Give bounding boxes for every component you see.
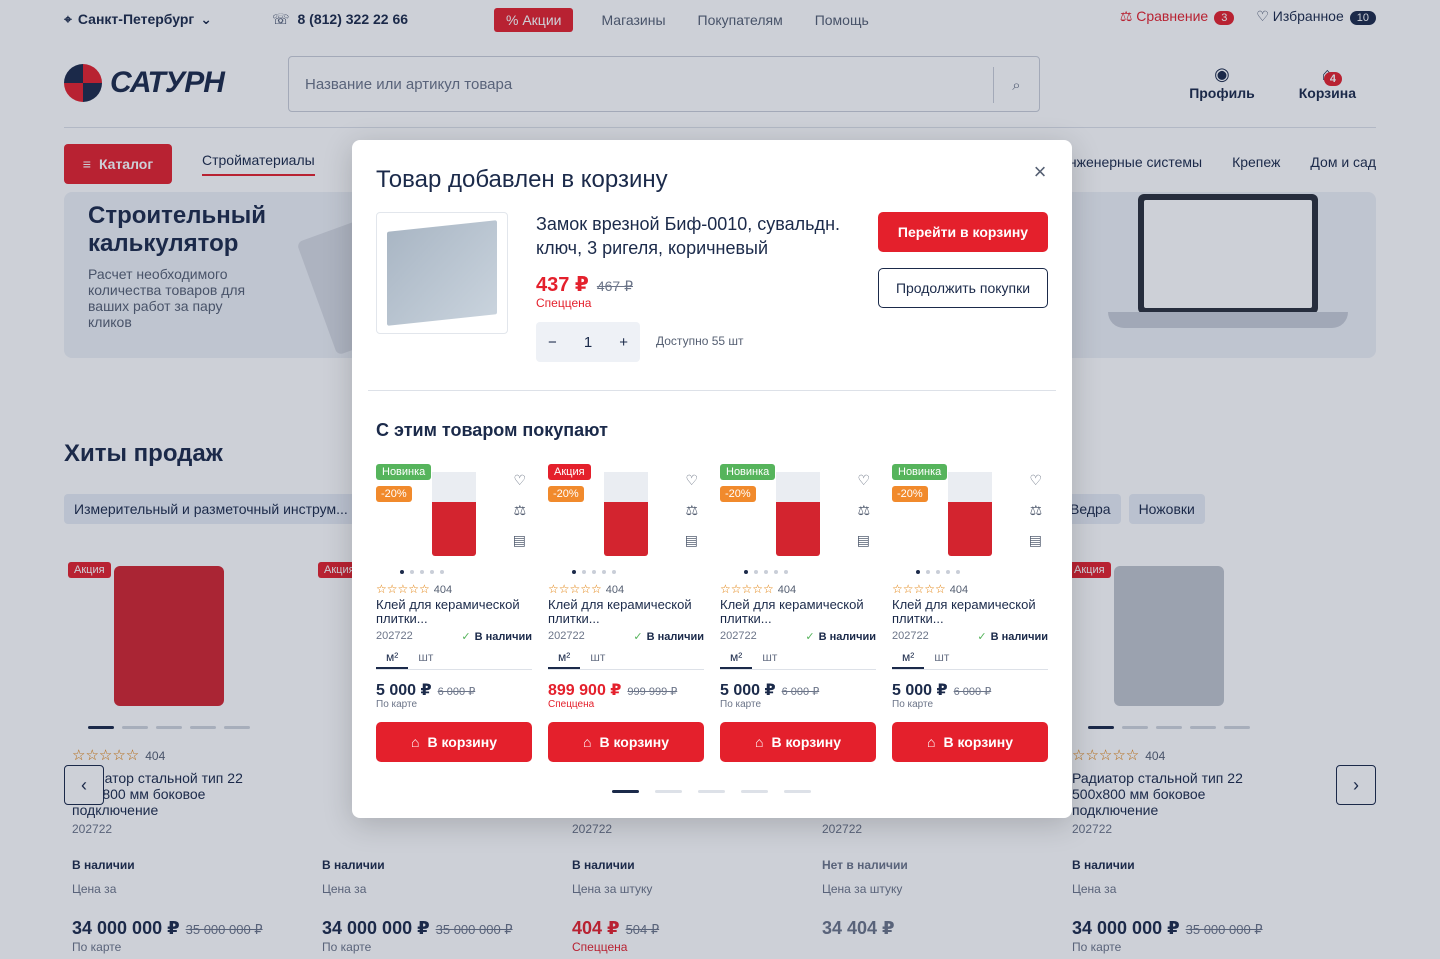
product-title[interactable]: Клей для керамической плитки... xyxy=(376,598,526,626)
price-note: По карте xyxy=(720,699,762,710)
unit-tab-pcs[interactable]: шт xyxy=(408,648,443,669)
product-image xyxy=(432,472,476,556)
add-to-cart-button[interactable]: ⌂ В корзину xyxy=(376,722,532,762)
scales-icon[interactable]: ⚖ xyxy=(1029,502,1042,519)
basket-icon: ⌂ xyxy=(582,734,592,750)
modal-product-price: 437 ₽467 ₽ xyxy=(536,274,633,296)
unit-tabs: м² шт xyxy=(892,648,1048,670)
discount-badge: -20% xyxy=(720,486,756,502)
modal-title: Товар добавлен в корзину xyxy=(376,166,668,193)
heart-icon[interactable]: ♡ xyxy=(513,472,526,489)
unit-tab-pcs[interactable]: шт xyxy=(752,648,787,669)
image-dots xyxy=(400,570,444,574)
related-product-card[interactable]: Новинка -20% ♡ ⚖ ▤ ☆☆☆☆☆ 404 Клей для кер… xyxy=(892,464,1048,764)
related-product-card[interactable]: Новинка -20% ♡ ⚖ ▤ ☆☆☆☆☆ 404 Клей для кер… xyxy=(376,464,532,764)
stock-status: В наличии xyxy=(977,630,1048,643)
document-icon[interactable]: ▤ xyxy=(1029,532,1042,549)
go-to-cart-button[interactable]: Перейти в корзину xyxy=(878,212,1048,252)
heart-icon[interactable]: ♡ xyxy=(1029,472,1042,489)
continue-shopping-button[interactable]: Продолжить покупки xyxy=(878,268,1048,308)
page: ⌖ Санкт-Петербург ⌄ ☏ 8 (812) 322 22 66 … xyxy=(0,0,1440,959)
related-products: Новинка -20% ♡ ⚖ ▤ ☆☆☆☆☆ 404 Клей для кер… xyxy=(376,464,1048,764)
added-to-cart-modal: Товар добавлен в корзину × Замок врезной… xyxy=(352,140,1072,818)
product-image xyxy=(604,472,648,556)
product-image xyxy=(948,472,992,556)
product-sku: 202722 xyxy=(376,630,413,642)
unit-tab-pcs[interactable]: шт xyxy=(924,648,959,669)
unit-tabs: м² шт xyxy=(548,648,704,670)
stock-status: В наличии xyxy=(461,630,532,643)
unit-tab-m2[interactable]: м² xyxy=(548,648,581,669)
basket-icon: ⌂ xyxy=(926,734,936,750)
scales-icon[interactable]: ⚖ xyxy=(685,502,698,519)
unit-tab-pcs[interactable]: шт xyxy=(580,648,615,669)
rating-stars: ☆☆☆☆☆ 404 xyxy=(376,582,453,596)
product-title[interactable]: Клей для керамической плитки... xyxy=(720,598,870,626)
add-to-cart-button[interactable]: ⌂ В корзину xyxy=(548,722,704,762)
image-dots xyxy=(744,570,788,574)
product-price: 5 000 ₽6 000 ₽ xyxy=(720,682,820,699)
basket-icon: ⌂ xyxy=(754,734,764,750)
stock-status: В наличии xyxy=(633,630,704,643)
document-icon[interactable]: ▤ xyxy=(513,532,526,549)
product-price: 5 000 ₽6 000 ₽ xyxy=(376,682,476,699)
related-pagination[interactable] xyxy=(612,790,811,793)
basket-icon: ⌂ xyxy=(410,734,420,750)
product-price: 5 000 ₽6 000 ₽ xyxy=(892,682,992,699)
heart-icon[interactable]: ♡ xyxy=(685,472,698,489)
product-image xyxy=(776,472,820,556)
new-label: Новинка xyxy=(376,464,432,480)
discount-badge: -20% xyxy=(548,486,584,502)
product-title[interactable]: Клей для керамической плитки... xyxy=(892,598,1042,626)
promo-label: Акция xyxy=(548,464,591,480)
plus-button[interactable]: + xyxy=(619,334,628,351)
availability-text: Доступно 55 шт xyxy=(656,334,744,348)
add-to-cart-button[interactable]: ⌂ В корзину xyxy=(892,722,1048,762)
new-label: Новинка xyxy=(892,464,948,480)
price-note: Спеццена xyxy=(548,699,595,710)
discount-badge: -20% xyxy=(376,486,412,502)
rating-stars: ☆☆☆☆☆ 404 xyxy=(720,582,797,596)
unit-tab-m2[interactable]: м² xyxy=(892,648,925,669)
unit-tab-m2[interactable]: м² xyxy=(720,648,753,669)
rating-stars: ☆☆☆☆☆ 404 xyxy=(892,582,969,596)
related-product-card[interactable]: Новинка -20% ♡ ⚖ ▤ ☆☆☆☆☆ 404 Клей для кер… xyxy=(720,464,876,764)
scales-icon[interactable]: ⚖ xyxy=(857,502,870,519)
document-icon[interactable]: ▤ xyxy=(857,532,870,549)
related-title: С этим товаром покупают xyxy=(376,420,608,440)
close-icon[interactable]: × xyxy=(1030,161,1050,183)
unit-tab-m2[interactable]: м² xyxy=(376,648,409,669)
scales-icon[interactable]: ⚖ xyxy=(513,502,526,519)
modal-divider xyxy=(368,390,1056,391)
modal-product-name[interactable]: Замок врезной Биф-0010, сувальдн. ключ, … xyxy=(536,212,856,260)
image-dots xyxy=(916,570,960,574)
product-price: 899 900 ₽999 999 ₽ xyxy=(548,682,678,699)
discount-badge: -20% xyxy=(892,486,928,502)
price-note: По карте xyxy=(892,699,934,710)
heart-icon[interactable]: ♡ xyxy=(857,472,870,489)
price-note: По карте xyxy=(376,699,418,710)
rating-stars: ☆☆☆☆☆ 404 xyxy=(548,582,625,596)
related-product-card[interactable]: Акция -20% ♡ ⚖ ▤ ☆☆☆☆☆ 404 Клей для керам… xyxy=(548,464,704,764)
product-sku: 202722 xyxy=(720,630,757,642)
image-dots xyxy=(572,570,616,574)
modal-product-image xyxy=(376,212,508,334)
unit-tabs: м² шт xyxy=(720,648,876,670)
document-icon[interactable]: ▤ xyxy=(685,532,698,549)
product-sku: 202722 xyxy=(548,630,585,642)
add-to-cart-button[interactable]: ⌂ В корзину xyxy=(720,722,876,762)
stock-status: В наличии xyxy=(805,630,876,643)
modal-price-note: Спеццена xyxy=(536,296,592,310)
unit-tabs: м² шт xyxy=(376,648,532,670)
product-title[interactable]: Клей для керамической плитки... xyxy=(548,598,698,626)
new-label: Новинка xyxy=(720,464,776,480)
minus-button[interactable]: − xyxy=(548,334,557,351)
quantity-value[interactable]: 1 xyxy=(584,334,592,351)
quantity-stepper: − 1 + xyxy=(536,322,640,362)
product-sku: 202722 xyxy=(892,630,929,642)
